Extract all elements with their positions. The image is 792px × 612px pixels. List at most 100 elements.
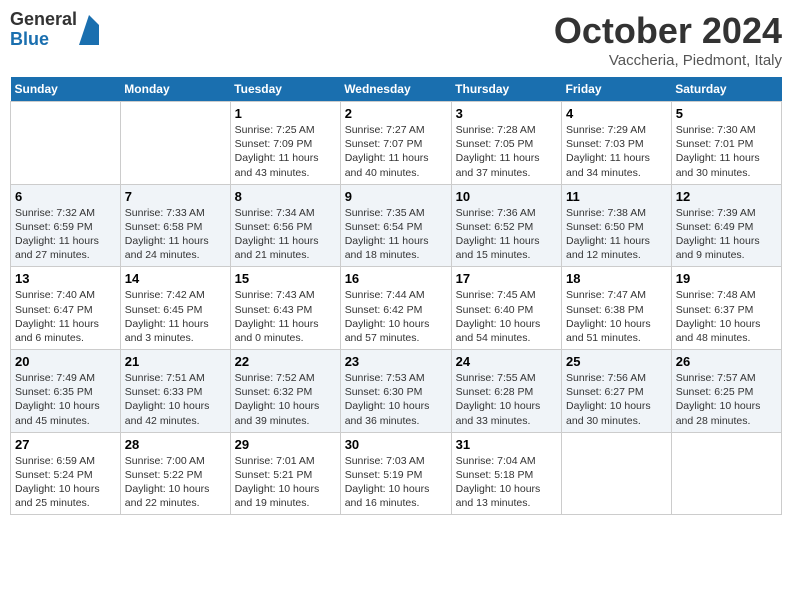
calendar-cell: 29 Sunrise: 7:01 AMSunset: 5:21 PMDayligh…	[230, 432, 340, 515]
calendar-cell: 6Sunrise: 7:32 AMSunset: 6:59 PMDaylight…	[11, 184, 121, 267]
column-header-thursday: Thursday	[451, 77, 561, 102]
day-info: Sunrise: 7:53 AMSunset: 6:30 PMDaylight:…	[345, 371, 447, 428]
day-number: 29	[235, 437, 336, 452]
calendar-cell: 18Sunrise: 7:47 AMSunset: 6:38 PMDayligh…	[562, 267, 672, 350]
day-info: Sunrise: 7:42 AMSunset: 6:45 PMDaylight:…	[125, 288, 226, 345]
day-number: 27	[15, 437, 116, 452]
calendar-cell: 17 Sunrise: 7:45 AMSunset: 6:40 PMDayligh…	[451, 267, 561, 350]
calendar-cell	[120, 102, 230, 185]
day-number: 24	[456, 354, 557, 369]
calendar-cell	[562, 432, 672, 515]
day-number: 16	[345, 271, 447, 286]
calendar-cell: 27 Sunrise: 6:59 AMSunset: 5:24 PMDayligh…	[11, 432, 121, 515]
day-info: Sunrise: 7:57 AMSunset: 6:25 PMDaylight:…	[676, 371, 777, 428]
calendar-cell: 3Sunrise: 7:28 AMSunset: 7:05 PMDaylight…	[451, 102, 561, 185]
calendar-cell: 12 Sunrise: 7:39 AMSunset: 6:49 PMDayligh…	[671, 184, 781, 267]
day-number: 21	[125, 354, 226, 369]
day-number: 23	[345, 354, 447, 369]
calendar-cell: 19 Sunrise: 7:48 AMSunset: 6:37 PMDayligh…	[671, 267, 781, 350]
day-number: 15	[235, 271, 336, 286]
calendar-cell: 21 Sunrise: 7:51 AMSunset: 6:33 PMDayligh…	[120, 350, 230, 433]
day-info: Sunrise: 7:39 AMSunset: 6:49 PMDaylight:…	[676, 206, 777, 263]
day-number: 17	[456, 271, 557, 286]
calendar-cell: 26 Sunrise: 7:57 AMSunset: 6:25 PMDayligh…	[671, 350, 781, 433]
day-info: Sunrise: 7:43 AMSunset: 6:43 PMDaylight:…	[235, 288, 336, 345]
calendar-cell: 1 Sunrise: 7:25 AMSunset: 7:09 PMDaylight…	[230, 102, 340, 185]
day-number: 12	[676, 189, 777, 204]
title-section: October 2024 Vaccheria, Piedmont, Italy	[554, 10, 782, 69]
calendar-week-row: 20Sunrise: 7:49 AMSunset: 6:35 PMDayligh…	[11, 350, 782, 433]
day-number: 19	[676, 271, 777, 286]
day-info: Sunrise: 7:49 AMSunset: 6:35 PMDaylight:…	[15, 371, 116, 428]
day-info: Sunrise: 7:33 AMSunset: 6:58 PMDaylight:…	[125, 206, 226, 263]
day-number: 7	[125, 189, 226, 204]
day-number: 30	[345, 437, 447, 452]
day-info: Sunrise: 7:01 AMSunset: 5:21 PMDaylight:…	[235, 454, 336, 511]
day-info: Sunrise: 7:34 AMSunset: 6:56 PMDaylight:…	[235, 206, 336, 263]
day-number: 13	[15, 271, 116, 286]
column-header-monday: Monday	[120, 77, 230, 102]
calendar-week-row: 6Sunrise: 7:32 AMSunset: 6:59 PMDaylight…	[11, 184, 782, 267]
day-number: 1	[235, 106, 336, 121]
day-number: 10	[456, 189, 557, 204]
calendar-cell: 24Sunrise: 7:55 AMSunset: 6:28 PMDayligh…	[451, 350, 561, 433]
day-info: Sunrise: 7:35 AMSunset: 6:54 PMDaylight:…	[345, 206, 447, 263]
month-title: October 2024	[554, 10, 782, 52]
day-info: Sunrise: 7:40 AMSunset: 6:47 PMDaylight:…	[15, 288, 116, 345]
day-info: Sunrise: 6:59 AMSunset: 5:24 PMDaylight:…	[15, 454, 116, 511]
calendar-week-row: 13 Sunrise: 7:40 AMSunset: 6:47 PMDayligh…	[11, 267, 782, 350]
calendar-cell: 8 Sunrise: 7:34 AMSunset: 6:56 PMDaylight…	[230, 184, 340, 267]
page-header: General Blue October 2024 Vaccheria, Pie…	[10, 10, 782, 69]
day-number: 28	[125, 437, 226, 452]
column-header-saturday: Saturday	[671, 77, 781, 102]
calendar-week-row: 27 Sunrise: 6:59 AMSunset: 5:24 PMDayligh…	[11, 432, 782, 515]
logo-text: General Blue	[10, 10, 77, 50]
day-info: Sunrise: 7:56 AMSunset: 6:27 PMDaylight:…	[566, 371, 667, 428]
day-info: Sunrise: 7:30 AMSunset: 7:01 PMDaylight:…	[676, 123, 777, 180]
day-info: Sunrise: 7:00 AMSunset: 5:22 PMDaylight:…	[125, 454, 226, 511]
calendar-cell	[11, 102, 121, 185]
day-info: Sunrise: 7:36 AMSunset: 6:52 PMDaylight:…	[456, 206, 557, 263]
day-number: 14	[125, 271, 226, 286]
day-info: Sunrise: 7:44 AMSunset: 6:42 PMDaylight:…	[345, 288, 447, 345]
day-info: Sunrise: 7:28 AMSunset: 7:05 PMDaylight:…	[456, 123, 557, 180]
day-number: 31	[456, 437, 557, 452]
calendar-cell: 28 Sunrise: 7:00 AMSunset: 5:22 PMDayligh…	[120, 432, 230, 515]
day-number: 11	[566, 189, 667, 204]
logo-icon	[79, 15, 99, 45]
logo: General Blue	[10, 10, 99, 50]
column-header-wednesday: Wednesday	[340, 77, 451, 102]
calendar-cell: 25 Sunrise: 7:56 AMSunset: 6:27 PMDayligh…	[562, 350, 672, 433]
location: Vaccheria, Piedmont, Italy	[554, 52, 782, 69]
day-info: Sunrise: 7:25 AMSunset: 7:09 PMDaylight:…	[235, 123, 336, 180]
day-info: Sunrise: 7:04 AMSunset: 5:18 PMDaylight:…	[456, 454, 557, 511]
column-header-tuesday: Tuesday	[230, 77, 340, 102]
calendar-cell: 20Sunrise: 7:49 AMSunset: 6:35 PMDayligh…	[11, 350, 121, 433]
day-info: Sunrise: 7:27 AMSunset: 7:07 PMDaylight:…	[345, 123, 447, 180]
day-info: Sunrise: 7:47 AMSunset: 6:38 PMDaylight:…	[566, 288, 667, 345]
day-number: 25	[566, 354, 667, 369]
calendar-header-row: SundayMondayTuesdayWednesdayThursdayFrid…	[11, 77, 782, 102]
day-number: 4	[566, 106, 667, 121]
day-number: 26	[676, 354, 777, 369]
day-info: Sunrise: 7:45 AMSunset: 6:40 PMDaylight:…	[456, 288, 557, 345]
calendar-cell: 31 Sunrise: 7:04 AMSunset: 5:18 PMDayligh…	[451, 432, 561, 515]
calendar-cell: 11Sunrise: 7:38 AMSunset: 6:50 PMDayligh…	[562, 184, 672, 267]
day-info: Sunrise: 7:51 AMSunset: 6:33 PMDaylight:…	[125, 371, 226, 428]
calendar-cell: 9 Sunrise: 7:35 AMSunset: 6:54 PMDaylight…	[340, 184, 451, 267]
day-number: 9	[345, 189, 447, 204]
calendar-cell: 15 Sunrise: 7:43 AMSunset: 6:43 PMDayligh…	[230, 267, 340, 350]
day-info: Sunrise: 7:48 AMSunset: 6:37 PMDaylight:…	[676, 288, 777, 345]
day-info: Sunrise: 7:29 AMSunset: 7:03 PMDaylight:…	[566, 123, 667, 180]
calendar-cell: 10 Sunrise: 7:36 AMSunset: 6:52 PMDayligh…	[451, 184, 561, 267]
day-info: Sunrise: 7:32 AMSunset: 6:59 PMDaylight:…	[15, 206, 116, 263]
logo-blue: Blue	[10, 30, 77, 50]
calendar-cell: 13 Sunrise: 7:40 AMSunset: 6:47 PMDayligh…	[11, 267, 121, 350]
day-number: 8	[235, 189, 336, 204]
calendar-cell: 16 Sunrise: 7:44 AMSunset: 6:42 PMDayligh…	[340, 267, 451, 350]
calendar-cell: 4 Sunrise: 7:29 AMSunset: 7:03 PMDaylight…	[562, 102, 672, 185]
calendar-cell: 2 Sunrise: 7:27 AMSunset: 7:07 PMDaylight…	[340, 102, 451, 185]
calendar-cell: 30Sunrise: 7:03 AMSunset: 5:19 PMDayligh…	[340, 432, 451, 515]
day-number: 2	[345, 106, 447, 121]
calendar-table: SundayMondayTuesdayWednesdayThursdayFrid…	[10, 77, 782, 515]
